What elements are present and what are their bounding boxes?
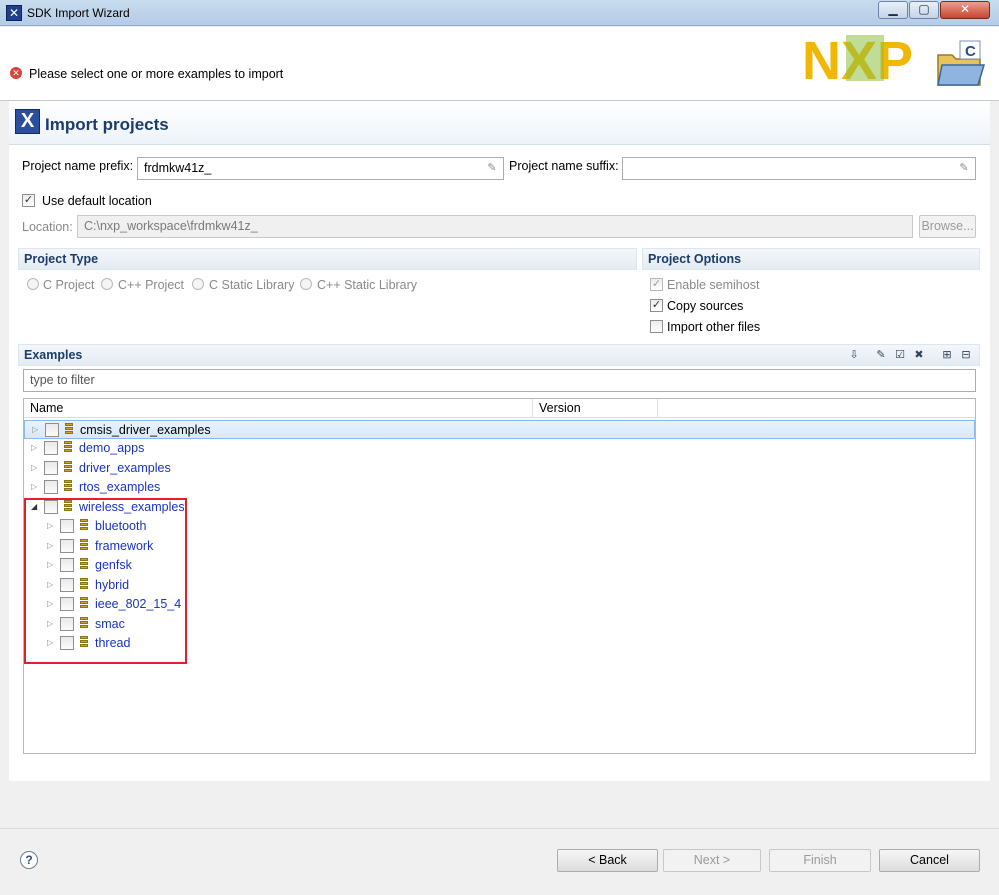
filter-placeholder: type to filter [30,373,95,387]
radio-cpp-static-library-label: C++ Static Library [317,278,418,292]
row-label: demo_apps [79,441,145,455]
window-titlebar: ✕ SDK Import Wizard ▁ ▢ ✕ [0,0,999,26]
wizard-banner: ✕ Please select one or more examples to … [0,27,999,101]
browse-button[interactable]: Browse... [919,215,976,238]
radio-c-static-library[interactable] [192,278,204,290]
select-all-icon[interactable]: ☑ [892,347,908,363]
radio-c-project[interactable] [27,278,39,290]
button-bar-separator [0,828,999,829]
expand-arrow-icon[interactable]: ▷ [31,442,41,454]
library-icon [64,480,73,494]
filter-input[interactable]: type to filter [23,369,976,392]
clear-prefix-icon[interactable]: ✎ [485,162,499,175]
enable-semihost-label: Enable semihost [667,278,760,292]
library-icon [64,441,73,455]
tree-row-cmsis-driver-examples[interactable]: ▷ cmsis_driver_examples [24,420,975,439]
page-title: Import projects [45,115,169,134]
nxp-logo: NXP [802,31,913,87]
deselect-all-icon[interactable]: ✖ [911,347,927,363]
row-checkbox[interactable] [44,441,58,455]
clear-suffix-icon[interactable]: ✎ [957,162,971,175]
tree-header: Name Version [24,399,975,418]
collapse-all-icon[interactable]: ⊟ [958,347,974,363]
row-label: rtos_examples [79,480,161,494]
maximize-button[interactable]: ▢ [909,1,939,19]
row-checkbox[interactable] [44,480,58,494]
tree-row-demo-apps[interactable]: ▷ demo_apps [24,439,975,458]
folder-icon: C [937,40,986,86]
finish-button[interactable]: Finish [769,849,871,872]
expand-arrow-icon[interactable]: ▷ [31,462,41,474]
expand-arrow-icon[interactable]: ▷ [31,481,41,493]
examples-header: Examples [18,344,980,366]
library-icon [65,423,74,437]
prefix-label: Project name prefix: [22,159,134,173]
project-options-header: Project Options [642,248,980,270]
svg-text:C: C [965,43,976,60]
location-input[interactable]: C:\nxp_workspace\frdmkw41z_ [77,215,913,238]
cancel-button[interactable]: Cancel [879,849,980,872]
window-title: SDK Import Wizard [27,6,130,20]
column-version[interactable]: Version [533,399,658,418]
app-icon: ✕ [6,5,22,21]
tree-row-rtos-examples[interactable]: ▷ rtos_examples [24,478,975,497]
project-type-header: Project Type [18,248,637,270]
import-other-files-label: Import other files [667,320,761,334]
import-projects-icon: X [15,109,40,134]
row-checkbox[interactable] [44,461,58,475]
location-value: C:\nxp_workspace\frdmkw41z_ [84,219,258,233]
expand-arrow-icon[interactable]: ▷ [32,424,42,436]
row-checkbox[interactable] [45,423,59,437]
row-label: driver_examples [79,461,171,475]
expand-all-icon[interactable]: ⊞ [939,347,955,363]
import-archive-icon[interactable]: ⇩ [846,347,862,363]
radio-cpp-project[interactable] [101,278,113,290]
radio-c-static-library-label: C Static Library [209,278,295,292]
enable-semihost-checkbox[interactable]: ✓ [650,278,663,291]
help-icon[interactable]: ? [20,851,38,869]
banner-message: Please select one or more examples to im… [29,67,284,81]
library-icon [64,461,73,475]
row-label: cmsis_driver_examples [80,423,211,437]
highlight-box [24,498,187,664]
location-label: Location: [22,220,73,234]
back-button[interactable]: < Back [557,849,658,872]
suffix-input[interactable]: ✎ [622,157,976,180]
tree-row-driver-examples[interactable]: ▷ driver_examples [24,459,975,478]
next-button[interactable]: Next > [663,849,761,872]
prefix-value: frdmkw41z_ [144,161,212,175]
import-other-files-checkbox[interactable] [650,320,663,333]
column-name[interactable]: Name [24,399,533,418]
radio-cpp-project-label: C++ Project [118,278,185,292]
close-button[interactable]: ✕ [940,1,990,19]
prefix-input[interactable]: frdmkw41z_ ✎ [137,157,504,180]
error-icon: ✕ [10,67,22,79]
radio-cpp-static-library[interactable] [300,278,312,290]
page-header: X Import projects [9,101,990,145]
use-default-location-checkbox[interactable]: ✓ [22,194,35,207]
radio-c-project-label: C Project [43,278,95,292]
suffix-label: Project name suffix: [509,159,619,173]
use-default-location-label: Use default location [42,194,152,208]
copy-sources-checkbox[interactable]: ✓ [650,299,663,312]
minimize-button[interactable]: ▁ [878,1,908,19]
clear-selection-icon[interactable]: ✎ [873,347,889,363]
wizard-page: X Import projects Project name prefix: f… [9,101,990,781]
copy-sources-label: Copy sources [667,299,744,313]
